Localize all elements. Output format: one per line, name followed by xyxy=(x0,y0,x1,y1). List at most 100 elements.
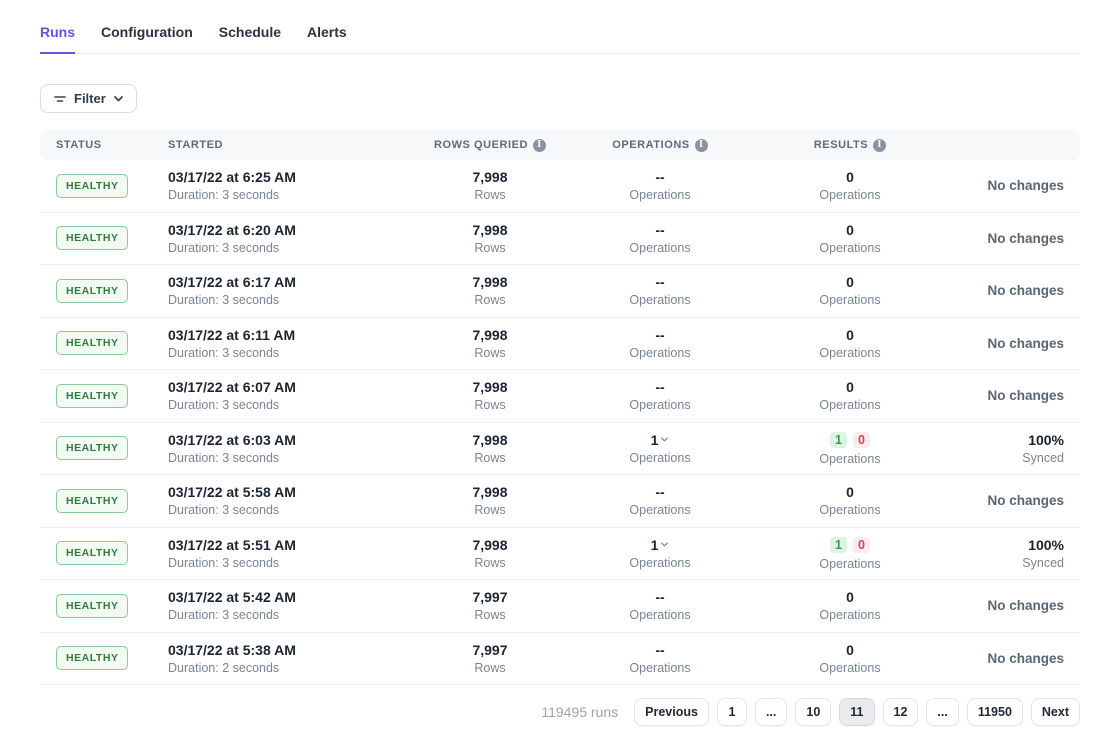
results-success-badge: 1 xyxy=(830,537,847,553)
operations-cell: 1 Operations xyxy=(560,536,760,570)
rows-queried-cell: 7,998 Rows xyxy=(420,222,560,255)
tab-configuration[interactable]: Configuration xyxy=(101,24,193,54)
operations-cell: -- Operations xyxy=(560,169,760,202)
results-sublabel: Operations xyxy=(760,241,940,255)
operations-sublabel: Operations xyxy=(560,661,760,675)
operations-cell: -- Operations xyxy=(560,642,760,675)
rows-queried-sublabel: Rows xyxy=(420,293,560,307)
run-duration: Duration: 3 seconds xyxy=(168,451,420,465)
table-row[interactable]: HEALTHY 03/17/22 at 6:03 AM Duration: 3 … xyxy=(40,423,1080,476)
run-started-time: 03/17/22 at 6:11 AM xyxy=(168,327,420,343)
table-row[interactable]: HEALTHY 03/17/22 at 6:07 AM Duration: 3 … xyxy=(40,370,1080,423)
page-button-label: 1 xyxy=(728,705,735,719)
runs-page: Runs Configuration Schedule Alerts Filte… xyxy=(0,0,1120,747)
page-button[interactable]: 11950 xyxy=(967,698,1023,726)
ellipsis-button[interactable]: ... xyxy=(755,698,787,726)
operations-cell: -- Operations xyxy=(560,222,760,255)
ellipsis-button[interactable]: ... xyxy=(926,698,958,726)
started-cell: 03/17/22 at 6:03 AM Duration: 3 seconds xyxy=(168,432,420,465)
tab-schedule[interactable]: Schedule xyxy=(219,24,281,54)
sync-sublabel: Synced xyxy=(940,451,1064,465)
operations-cell: -- Operations xyxy=(560,589,760,622)
results-success-badge: 1 xyxy=(830,432,847,448)
page-button-label: Next xyxy=(1042,705,1069,719)
page-button[interactable]: 1 xyxy=(717,698,747,726)
started-cell: 03/17/22 at 6:17 AM Duration: 3 seconds xyxy=(168,274,420,307)
previous-button[interactable]: Previous xyxy=(634,698,709,726)
table-row[interactable]: HEALTHY 03/17/22 at 6:11 AM Duration: 3 … xyxy=(40,318,1080,371)
operations-value: -- xyxy=(655,589,664,605)
operations-value: -- xyxy=(655,222,664,238)
table-row[interactable]: HEALTHY 03/17/22 at 5:38 AM Duration: 2 … xyxy=(40,633,1080,686)
results-value: 0 xyxy=(760,379,940,395)
operations-expand-icon[interactable] xyxy=(660,431,669,447)
rows-queried-cell: 7,998 Rows xyxy=(420,327,560,360)
runs-table-body: HEALTHY 03/17/22 at 6:25 AM Duration: 3 … xyxy=(40,160,1080,685)
rows-queried-sublabel: Rows xyxy=(420,451,560,465)
operations-value: -- xyxy=(655,274,664,290)
page-button-label: 11 xyxy=(850,705,863,719)
started-cell: 03/17/22 at 6:25 AM Duration: 3 seconds xyxy=(168,169,420,202)
rows-queried-value: 7,997 xyxy=(420,589,560,605)
table-row[interactable]: HEALTHY 03/17/22 at 6:25 AM Duration: 3 … xyxy=(40,160,1080,213)
status-cell: HEALTHY xyxy=(40,226,168,250)
rows-queried-cell: 7,998 Rows xyxy=(420,169,560,202)
page-button[interactable]: 10 xyxy=(795,698,831,726)
change-cell: No changes xyxy=(940,388,1080,403)
started-cell: 03/17/22 at 6:07 AM Duration: 3 seconds xyxy=(168,379,420,412)
results-cell: 0 Operations xyxy=(760,169,940,202)
table-header-row: Status Started Rows Queried Operations R… xyxy=(40,130,1080,160)
run-started-time: 03/17/22 at 6:20 AM xyxy=(168,222,420,238)
operations-cell: -- Operations xyxy=(560,274,760,307)
page-button[interactable]: 11 xyxy=(839,698,874,726)
page-button-label: ... xyxy=(766,705,776,719)
next-button[interactable]: Next xyxy=(1031,698,1080,726)
page-button[interactable]: 12 xyxy=(883,698,919,726)
rows-queried-value: 7,998 xyxy=(420,379,560,395)
results-cell: 10 Operations xyxy=(760,536,940,571)
change-cell: No changes xyxy=(940,598,1080,613)
started-cell: 03/17/22 at 5:51 AM Duration: 3 seconds xyxy=(168,537,420,570)
status-badge: HEALTHY xyxy=(56,646,128,670)
run-started-time: 03/17/22 at 5:42 AM xyxy=(168,589,420,605)
table-row[interactable]: HEALTHY 03/17/22 at 5:58 AM Duration: 3 … xyxy=(40,475,1080,528)
run-started-time: 03/17/22 at 6:03 AM xyxy=(168,432,420,448)
rows-queried-cell: 7,998 Rows xyxy=(420,379,560,412)
tab-bar: Runs Configuration Schedule Alerts xyxy=(40,0,1080,54)
operations-cell: 1 Operations xyxy=(560,431,760,465)
rows-queried-value: 7,998 xyxy=(420,537,560,553)
filter-button[interactable]: Filter xyxy=(40,84,137,113)
change-cell: No changes xyxy=(940,493,1080,508)
info-icon[interactable] xyxy=(873,139,886,152)
rows-queried-sublabel: Rows xyxy=(420,608,560,622)
started-cell: 03/17/22 at 5:38 AM Duration: 2 seconds xyxy=(168,642,420,675)
rows-queried-sublabel: Rows xyxy=(420,661,560,675)
tab-alerts[interactable]: Alerts xyxy=(307,24,347,54)
results-cell: 10 Operations xyxy=(760,431,940,466)
info-icon[interactable] xyxy=(533,139,546,152)
pagination-bar: 119495 runs Previous 1 ... 10 11 12 ... … xyxy=(40,698,1080,726)
results-value: 0 xyxy=(760,642,940,658)
table-row[interactable]: HEALTHY 03/17/22 at 6:20 AM Duration: 3 … xyxy=(40,213,1080,266)
status-badge: HEALTHY xyxy=(56,436,128,460)
results-sublabel: Operations xyxy=(760,557,940,571)
change-summary: No changes xyxy=(940,651,1064,666)
operations-value: -- xyxy=(655,169,664,185)
table-row[interactable]: HEALTHY 03/17/22 at 5:42 AM Duration: 3 … xyxy=(40,580,1080,633)
rows-queried-value: 7,998 xyxy=(420,169,560,185)
rows-queried-sublabel: Rows xyxy=(420,503,560,517)
tab-runs[interactable]: Runs xyxy=(40,24,75,54)
info-icon[interactable] xyxy=(695,139,708,152)
table-row[interactable]: HEALTHY 03/17/22 at 6:17 AM Duration: 3 … xyxy=(40,265,1080,318)
status-badge: HEALTHY xyxy=(56,331,128,355)
column-header-results-label: Results xyxy=(814,139,868,151)
page-button-label: 11950 xyxy=(978,705,1012,719)
table-row[interactable]: HEALTHY 03/17/22 at 5:51 AM Duration: 3 … xyxy=(40,528,1080,581)
results-sublabel: Operations xyxy=(760,503,940,517)
operations-expand-icon[interactable] xyxy=(660,536,669,552)
results-cell: 0 Operations xyxy=(760,274,940,307)
status-badge: HEALTHY xyxy=(56,594,128,618)
run-started-time: 03/17/22 at 6:25 AM xyxy=(168,169,420,185)
run-duration: Duration: 3 seconds xyxy=(168,188,420,202)
status-cell: HEALTHY xyxy=(40,331,168,355)
